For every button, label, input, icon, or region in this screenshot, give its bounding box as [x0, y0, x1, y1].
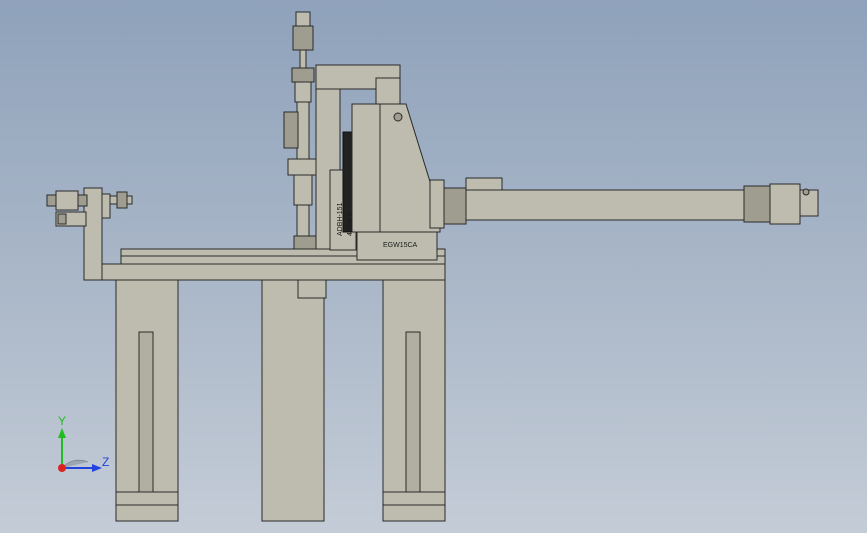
center-leg	[261, 277, 327, 522]
horizontal-cylinder	[429, 177, 819, 229]
left-leg	[115, 277, 179, 522]
right-leg	[382, 277, 446, 522]
y-axis-label: Y	[58, 414, 66, 428]
cad-viewport[interactable]: EGW15CA ADBH-151 4D5S-6 Y Z	[0, 0, 867, 533]
slide-block	[342, 103, 441, 261]
z-axis-label: Z	[102, 455, 109, 469]
orientation-triad[interactable]: Y Z	[58, 414, 109, 472]
vertical-label-1: ADBH-151	[337, 202, 344, 236]
x-axis-dot	[58, 464, 66, 472]
nameplate-label: EGW15CA	[383, 242, 418, 249]
machine-drawing: EGW15CA ADBH-151 4D5S-6 Y Z	[46, 11, 819, 522]
vertical-label-2: 4D5S-6	[347, 212, 354, 236]
